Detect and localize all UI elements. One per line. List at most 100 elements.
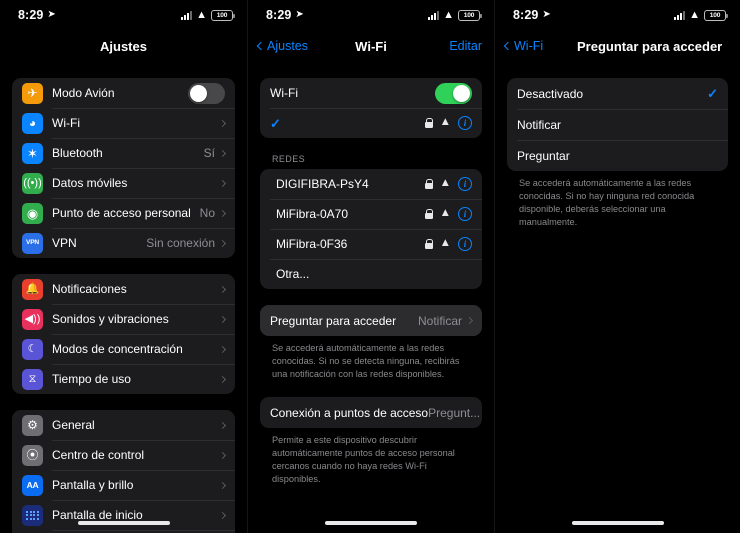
other-network-label: Otra... bbox=[276, 267, 310, 281]
edit-button[interactable]: Editar bbox=[449, 30, 482, 62]
connected-network-row[interactable]: ✓ ▲ i bbox=[260, 108, 482, 138]
sidebar-item-modo-avion[interactable]: ✈ Modo Avión bbox=[12, 78, 235, 108]
chevron-right-icon bbox=[218, 421, 227, 429]
settings-row-value: Sin conexión bbox=[146, 236, 215, 250]
sidebar-item-pantalla-de-inicio[interactable]: Pantalla de inicio bbox=[12, 500, 235, 530]
settings-row-label: Wi-Fi bbox=[52, 116, 80, 130]
battery-level-label: 100 bbox=[709, 11, 721, 19]
sidebar-item-general[interactable]: ⚙ General bbox=[12, 410, 235, 440]
option-preguntar[interactable]: Preguntar bbox=[507, 140, 728, 171]
hotspot-connect-value: Pregunt... bbox=[428, 405, 481, 420]
page-title: Preguntar para acceder bbox=[577, 38, 723, 54]
ask-to-join-row[interactable]: Preguntar para acceder Notificar bbox=[260, 305, 482, 336]
lock-icon bbox=[424, 209, 434, 219]
battery-icon: 100 bbox=[704, 9, 728, 21]
sidebar-item-wi-fi[interactable]: ◕ Wi-Fi bbox=[12, 108, 235, 138]
chevron-right-icon bbox=[218, 451, 227, 459]
cellular-signal-icon bbox=[673, 10, 686, 20]
back-button-label: Wi-Fi bbox=[514, 39, 544, 53]
info-icon[interactable]: i bbox=[458, 116, 472, 130]
settings-row-label: Modo Avión bbox=[52, 86, 115, 100]
wifi-signal-icon: ▲ bbox=[439, 116, 451, 129]
toggle-knob bbox=[190, 84, 207, 102]
modo-avion-toggle[interactable] bbox=[188, 82, 225, 104]
sidebar-item-bluetooth[interactable]: ✶ Bluetooth Sí bbox=[12, 138, 235, 168]
info-icon[interactable]: i bbox=[458, 207, 472, 221]
toggle-knob bbox=[453, 84, 470, 102]
other-network-item[interactable]: Otra... bbox=[260, 259, 482, 289]
chevron-right-icon bbox=[218, 345, 227, 353]
sidebar-item-punto-de-acceso-personal[interactable]: ◉ Punto de acceso personal No bbox=[12, 198, 235, 228]
chevron-right-icon bbox=[218, 119, 227, 127]
wifi-toggle[interactable] bbox=[435, 82, 472, 104]
status-bar-panel2: 8:29 ➤ ▲ 100 bbox=[248, 0, 494, 30]
chevron-right-icon bbox=[218, 375, 227, 383]
network-list-item[interactable]: MiFibra-0A70 ▲ i bbox=[260, 199, 482, 229]
screen-time-hourglass-icon: ⧖ bbox=[22, 368, 43, 390]
status-bar-clock: 8:29 bbox=[513, 8, 539, 22]
cellular-signal-icon bbox=[427, 10, 440, 20]
chevron-right-icon bbox=[218, 511, 227, 519]
network-row-trailing-icons: ▲ i bbox=[424, 116, 472, 130]
navbar-ask-to-join: Wi-Fi Preguntar para acceder bbox=[495, 30, 740, 62]
sidebar-item-datos-moviles[interactable]: ((•)) Datos móviles bbox=[12, 168, 235, 198]
checkmark-icon: ✓ bbox=[707, 86, 718, 101]
networks-list-card: DIGIFIBRA-PsY4 ▲ i MiFibra-0A70 ▲ i MiFibra-0F… bbox=[260, 169, 482, 289]
ask-to-join-card: Preguntar para acceder Notificar bbox=[260, 305, 482, 336]
sidebar-item-notificaciones[interactable]: 🔔 Notificaciones bbox=[12, 274, 235, 304]
back-button-label: Ajustes bbox=[267, 39, 308, 53]
app-grid-dots bbox=[26, 510, 39, 520]
sidebar-item-tiempo-de-uso[interactable]: ⧖ Tiempo de uso bbox=[12, 364, 235, 394]
home-indicator[interactable] bbox=[77, 521, 170, 525]
vpn-icon: VPN bbox=[22, 232, 43, 254]
settings-row-value: No bbox=[199, 206, 215, 220]
network-list-item[interactable]: DIGIFIBRA-PsY4 ▲ i bbox=[260, 169, 482, 199]
chevron-left-icon bbox=[503, 41, 513, 51]
chevron-right-icon bbox=[465, 316, 474, 325]
sidebar-item-vpn[interactable]: VPN VPN Sin conexión bbox=[12, 228, 235, 258]
settings-row-label: Bluetooth bbox=[52, 146, 103, 160]
chevron-left-icon bbox=[256, 41, 266, 51]
home-indicator[interactable] bbox=[325, 521, 417, 525]
status-bar-panel1: 8:29 ➤ ▲ 100 bbox=[0, 0, 247, 30]
back-button-ajustes[interactable]: Ajustes bbox=[256, 30, 308, 62]
bluetooth-icon: ✶ bbox=[22, 142, 43, 164]
sounds-speaker-icon: ◀)) bbox=[22, 308, 43, 330]
sidebar-item-sonidos-y-vibraciones[interactable]: ◀)) Sonidos y vibraciones bbox=[12, 304, 235, 334]
settings-row-label: Datos móviles bbox=[52, 176, 128, 190]
back-button-wifi[interactable]: Wi-Fi bbox=[503, 30, 544, 62]
hotspot-connect-card: Conexión a puntos de acceso Pregunt... bbox=[260, 397, 482, 429]
wifi-toggle-card: Wi-Fi ✓ ▲ i bbox=[260, 78, 482, 138]
hotspot-connect-row[interactable]: Conexión a puntos de acceso Pregunt... bbox=[260, 397, 482, 428]
status-bar-clock: 8:29 bbox=[266, 8, 292, 22]
location-arrow-icon: ➤ bbox=[47, 9, 56, 20]
wifi-icon: ▲ bbox=[443, 8, 454, 21]
sidebar-item-centro-de-control[interactable]: ⦿ Centro de control bbox=[12, 440, 235, 470]
panel-wifi: 8:29 ➤ ▲ 100 Ajustes Wi-Fi Editar Wi-Fi bbox=[247, 0, 494, 533]
info-icon[interactable]: i bbox=[458, 177, 472, 191]
location-arrow-icon: ➤ bbox=[542, 9, 551, 20]
home-indicator[interactable] bbox=[571, 521, 664, 525]
wifi-toggle-row[interactable]: Wi-Fi bbox=[260, 78, 482, 108]
option-notificar[interactable]: Notificar bbox=[507, 109, 728, 140]
panel-settings: 8:29 ➤ ▲ 100 Ajustes ✈ Modo Avión ◕ Wi-Fi ✶ B… bbox=[0, 0, 247, 533]
wifi-icon: ◕ bbox=[22, 112, 43, 134]
network-name: MiFibra-0A70 bbox=[276, 207, 349, 221]
page-title: Wi-Fi bbox=[355, 38, 387, 54]
network-list-item[interactable]: MiFibra-0F36 ▲ i bbox=[260, 229, 482, 259]
battery-level-label: 100 bbox=[463, 11, 475, 19]
panel-ask-to-join: 8:29 ➤ ▲ 100 Wi-Fi Preguntar para accede… bbox=[494, 0, 740, 533]
chevron-right-icon bbox=[218, 179, 227, 187]
info-icon[interactable]: i bbox=[458, 237, 472, 251]
network-row-trailing-icons: ▲ i bbox=[424, 237, 472, 251]
option-desactivado[interactable]: Desactivado ✓ bbox=[507, 78, 728, 109]
lock-icon bbox=[424, 118, 434, 128]
sidebar-item-modos-de-concentracion[interactable]: ☾ Modos de concentración bbox=[12, 334, 235, 364]
option-label: Preguntar bbox=[517, 148, 570, 163]
settings-group-system: ⚙ General ⦿ Centro de control AA Pantalla y b… bbox=[12, 410, 235, 533]
sidebar-item-pantalla-y-brillo[interactable]: AA Pantalla y brillo bbox=[12, 470, 235, 500]
status-bar-right: ▲ 100 bbox=[673, 9, 728, 21]
